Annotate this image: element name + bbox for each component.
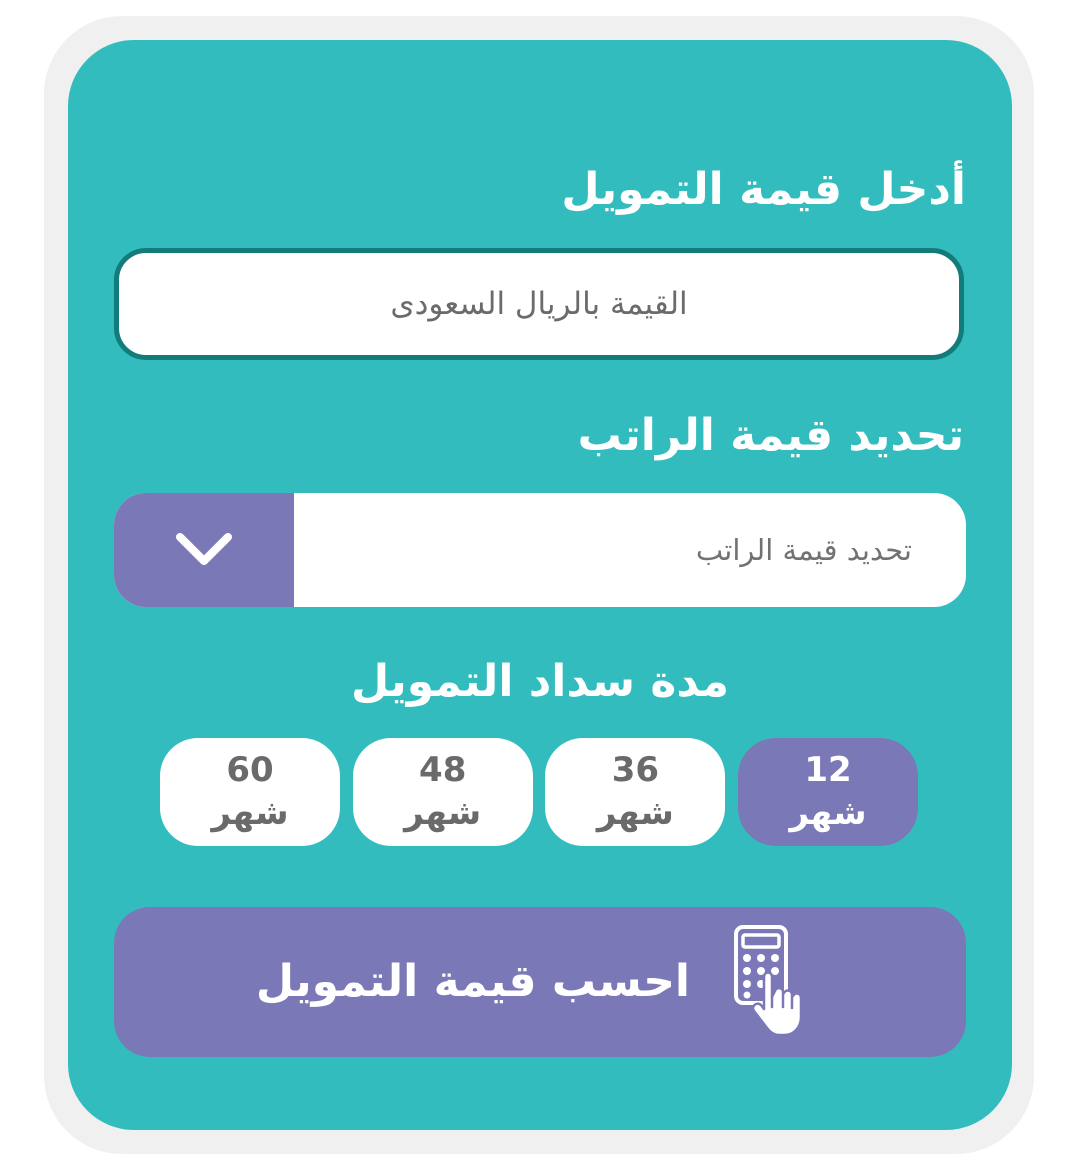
amount-field-container xyxy=(114,248,964,360)
duration-heading: مدة سداد التمويل xyxy=(350,656,730,707)
amount-heading: أدخل قيمة التمويل xyxy=(561,164,966,215)
duration-number: 60 xyxy=(226,750,274,790)
duration-number: 36 xyxy=(611,750,660,790)
duration-option-12[interactable]: 12 شهر xyxy=(738,738,918,846)
duration-option-60[interactable]: 60 شهر xyxy=(160,738,341,846)
calculate-button-label: احسب قيمة التمويل xyxy=(255,956,690,1007)
chevron-down-icon xyxy=(176,533,232,565)
duration-unit: شهر xyxy=(789,793,867,833)
duration-unit: شهر xyxy=(211,793,289,833)
calculator-hand-icon xyxy=(734,925,803,1037)
duration-number: 12 xyxy=(804,750,852,790)
duration-unit: شهر xyxy=(596,793,674,833)
duration-unit: شهر xyxy=(404,793,482,833)
amount-input[interactable] xyxy=(119,253,959,355)
salary-dropdown-value: تحديد قيمة الراتب xyxy=(695,533,912,567)
calculate-financing-button[interactable]: احسب قيمة التمويل xyxy=(114,907,966,1057)
financing-calculator-card: أدخل قيمة التمويل تحديد قيمة الراتب تحدي… xyxy=(68,40,1012,1130)
duration-option-48[interactable]: 48 شهر xyxy=(352,738,533,846)
salary-heading: تحديد قيمة الراتب xyxy=(577,410,964,461)
duration-number: 48 xyxy=(419,750,467,790)
salary-dropdown[interactable]: تحديد قيمة الراتب xyxy=(114,493,966,607)
duration-option-36[interactable]: 36 شهر xyxy=(545,738,726,846)
salary-dropdown-toggle[interactable] xyxy=(114,493,294,607)
duration-options: 12 شهر 36 شهر 48 شهر 60 شهر xyxy=(160,738,918,848)
